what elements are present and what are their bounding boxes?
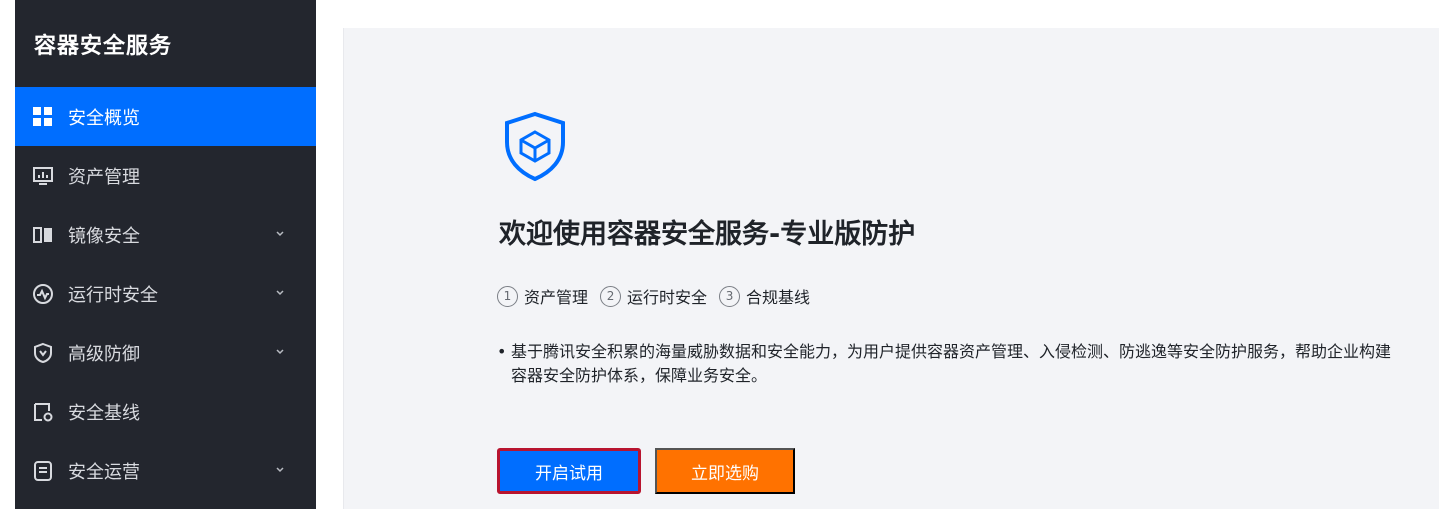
buy-now-button[interactable]: 立即选购	[655, 448, 795, 494]
sidebar-item-asset-management[interactable]: 资产管理	[15, 146, 316, 205]
service-description: • 基于腾讯安全积累的海量威胁数据和安全能力，为用户提供容器资产管理、入侵检测、…	[497, 340, 1397, 388]
sidebar-item-runtime-security[interactable]: 运行时安全	[15, 264, 316, 323]
step-item: 2 运行时安全	[600, 284, 707, 308]
sidebar-item-security-operations[interactable]: 安全运营	[15, 441, 316, 500]
step-item: 3 合规基线	[719, 284, 810, 308]
start-trial-button[interactable]: 开启试用	[497, 448, 641, 494]
sidebar-item-label: 安全基线	[68, 402, 140, 424]
step-label: 资产管理	[524, 288, 589, 307]
sidebar-item-label: 资产管理	[68, 166, 140, 188]
chevron-down-icon[interactable]	[274, 346, 286, 358]
dashboard-icon	[32, 106, 54, 128]
step-number: 2	[600, 285, 622, 307]
document-list-icon	[32, 460, 54, 482]
description-text: 基于腾讯安全积累的海量威胁数据和安全能力，为用户提供容器资产管理、入侵检测、防逃…	[511, 342, 1392, 385]
chevron-down-icon[interactable]	[274, 228, 286, 240]
step-label: 运行时安全	[627, 288, 708, 307]
pulse-circle-icon	[32, 283, 54, 305]
chevron-down-icon[interactable]	[274, 287, 286, 299]
shield-icon	[32, 342, 54, 364]
sidebar-item-security-overview[interactable]: 安全概览	[15, 87, 316, 146]
page-title: 欢迎使用容器安全服务-专业版防护	[499, 219, 916, 250]
step-item: 1 资产管理	[497, 284, 588, 308]
step-number: 1	[497, 285, 518, 307]
welcome-panel: 欢迎使用容器安全服务-专业版防护 1 资产管理 2 运行时安全 3 合规基线 •…	[343, 28, 1439, 509]
sidebar-item-image-security[interactable]: 镜像安全	[15, 205, 316, 264]
sidebar-item-label: 镜像安全	[68, 225, 140, 247]
sidebar: 容器安全服务 安全概览 资产管理 镜像安全 运行时安全 高级防御 安全基线 安全…	[15, 0, 316, 509]
sidebar-title: 容器安全服务	[34, 34, 173, 59]
baseline-check-icon	[32, 401, 54, 423]
monitor-icon	[32, 165, 54, 187]
chevron-down-icon[interactable]	[274, 464, 286, 476]
sidebar-item-label: 运行时安全	[68, 284, 158, 306]
sidebar-item-advanced-defense[interactable]: 高级防御	[15, 323, 316, 382]
container-shield-icon	[505, 111, 565, 182]
step-label: 合规基线	[746, 288, 811, 307]
image-layers-icon	[32, 224, 54, 246]
sidebar-item-label: 高级防御	[68, 343, 140, 365]
top-strip	[316, 0, 1439, 12]
setup-steps: 1 资产管理 2 运行时安全 3 合规基线	[497, 284, 822, 308]
step-number: 3	[719, 285, 741, 307]
sidebar-item-label: 安全运营	[68, 461, 140, 483]
sidebar-item-label: 安全概览	[68, 107, 140, 129]
bullet-icon: •	[497, 342, 507, 361]
sidebar-item-security-baseline[interactable]: 安全基线	[15, 382, 316, 441]
